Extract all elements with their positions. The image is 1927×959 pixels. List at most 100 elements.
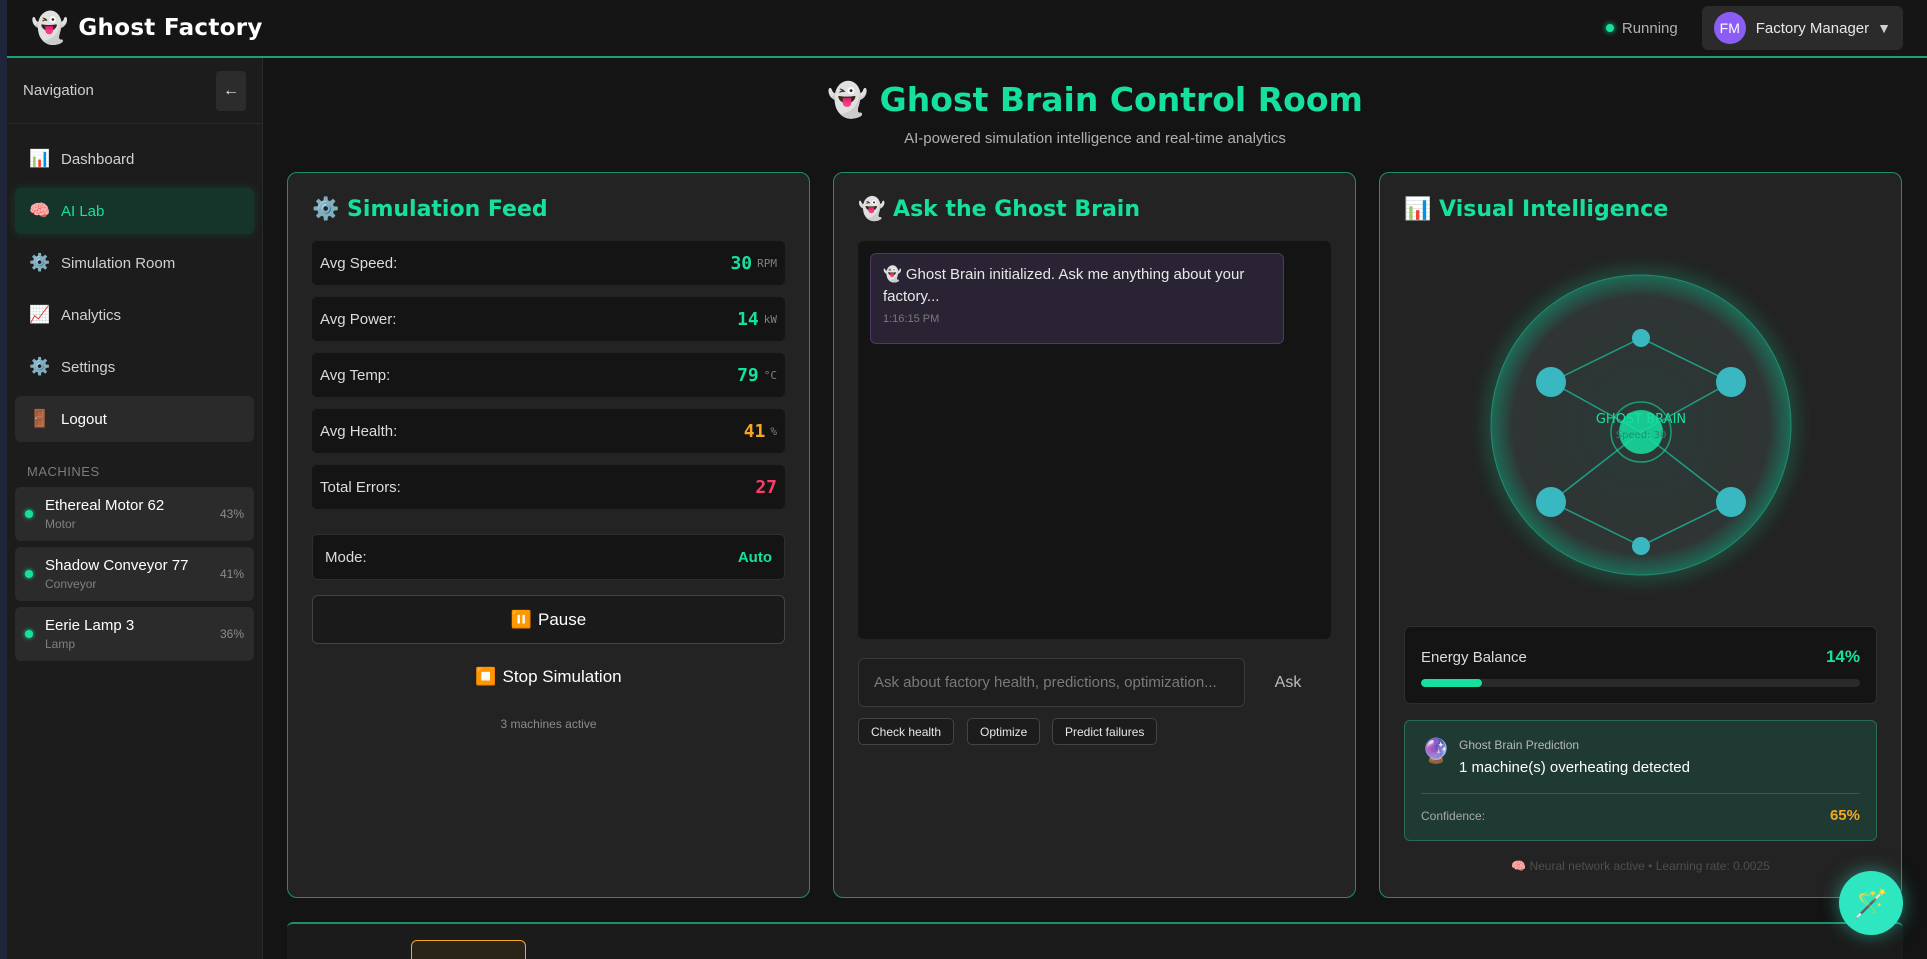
simulation-feed-panel: ⚙️ Simulation Feed Avg Speed: 30 RPM Avg Po… [287,172,810,898]
predict-failures-chip[interactable]: Predict failures [1052,718,1158,745]
neural-status-note: 🧠 Neural network active • Learning rate:… [1511,859,1770,873]
pause-button[interactable]: ⏸️ Pause [312,595,785,644]
stat-value: 30 [730,252,753,274]
stat-unit: kW [763,312,777,326]
machine-status-dot-icon [25,570,33,578]
sidebar-item-analytics[interactable]: 📈 Analytics [15,292,254,338]
chat-message-time: 1:16:15 PM [883,313,940,325]
warning-badge[interactable] [411,940,526,959]
collapse-sidebar-button[interactable]: ← [216,70,246,111]
stat-row: Avg Power: 14 kW [312,297,785,341]
chart-icon: 📊 [29,149,51,168]
chevron-down-icon: ▼ [1877,20,1891,36]
machine-type: Lamp [45,637,76,651]
pause-label: Pause [537,609,587,629]
stat-label: Total Errors: [320,478,401,496]
sidebar-item-ai-lab[interactable]: 🧠 AI Lab [15,188,254,234]
sidebar-item-label: Analytics [61,306,122,324]
divider [1421,793,1860,794]
simulation-feed-title: ⚙️ Simulation Feed [312,197,548,222]
confidence-value: 65% [1829,807,1860,824]
mode-value: Auto [737,548,772,566]
mode-selector[interactable]: Mode: Auto [312,534,785,580]
ghost-icon: 👻 [31,11,69,45]
network-node [1632,537,1650,555]
pause-icon: ⏸️ [510,609,532,629]
stat-row: Total Errors: 27 [312,465,785,509]
user-name: Factory Manager [1755,19,1870,37]
stat-value: 79 [737,364,759,386]
brain-sublabel: Speed: 30 [1616,430,1667,441]
stat-value: 27 [755,476,777,498]
machine-list-item[interactable]: Shadow Conveyor 77 Conveyor 41% [15,547,254,601]
sidebar-title: Navigation [23,82,94,99]
energy-progress-fill [1421,679,1483,687]
top-header: 👻 Ghost Factory Running FM Factory Manag… [7,0,1927,58]
sidebar-item-label: Settings [61,358,116,376]
sidebar-item-settings[interactable]: ⚙️ Settings [15,344,254,390]
network-node [1632,329,1650,347]
sidebar-item-logout[interactable]: 🚪 Logout [15,396,254,442]
stat-label: Avg Power: [320,310,397,328]
energy-balance-card: Energy Balance 14% [1404,626,1877,704]
machine-list-item[interactable]: Eerie Lamp 3 Lamp 36% [15,607,254,661]
chat-message: 👻 Ghost Brain initialized. Ask me anythi… [870,253,1284,344]
sidebar-item-simulation-room[interactable]: ⚙️ Simulation Room [15,240,254,286]
brain-icon: 🧠 [29,201,51,220]
network-node [1716,367,1746,397]
door-icon: 🚪 [29,409,51,428]
crystal-ball-icon: 🔮 [1421,738,1451,765]
app-name: Ghost Factory [78,15,263,41]
network-node [1716,487,1746,517]
machine-name: Ethereal Motor 62 [45,497,165,514]
machine-percent: 36% [219,627,244,641]
machine-list: Ethereal Motor 62 Motor 43% Shadow Conveyor… [7,487,262,661]
window-edge [0,0,7,959]
network-node [1536,367,1566,397]
sidebar-item-label: Logout [61,410,107,428]
stat-unit: % [770,424,777,438]
machine-percent: 43% [219,507,244,521]
confidence-label: Confidence: [1421,809,1486,823]
sidebar-item-label: Simulation Room [61,254,176,272]
machine-type: Motor [45,517,76,531]
magic-wand-button[interactable]: 🪄 [1839,871,1903,935]
chat-input[interactable] [858,658,1245,707]
user-menu-button[interactable]: FM Factory Manager ▼ [1701,6,1903,50]
stat-row: Avg Health: 41% [312,409,785,453]
optimize-chip[interactable]: Optimize [967,718,1041,745]
page-subtitle: AI-powered simulation intelligence and r… [904,130,1286,147]
avatar: FM [1713,12,1746,44]
stat-value: 14 [737,308,759,330]
gear-icon: ⚙️ [29,253,51,272]
stat-unit: RPM [757,256,777,270]
chat-log[interactable]: 👻 Ghost Brain initialized. Ask me anythi… [858,241,1331,639]
brain-label: GHOST BRAIN [1596,412,1686,427]
page-title: 👻 Ghost Brain Control Room [827,80,1363,119]
visual-intelligence-panel: 📊 Visual Intelligence GHOST BRAIN Speed:… [1379,172,1902,898]
prediction-label: Ghost Brain Prediction [1459,738,1580,752]
visual-panel-title: 📊 Visual Intelligence [1404,197,1669,222]
energy-value: 14% [1825,647,1860,666]
stat-row: Avg Temp: 79 °C [312,353,785,397]
machine-list-item[interactable]: Ethereal Motor 62 Motor 43% [15,487,254,541]
trend-icon: 📈 [29,305,51,324]
app-logo[interactable]: 👻 Ghost Factory [31,11,263,46]
stop-simulation-button[interactable]: ⏹️ Stop Simulation [312,657,785,697]
stat-label: Avg Health: [320,422,398,440]
prediction-card: 🔮 Ghost Brain Prediction 1 machine(s) ov… [1404,720,1877,841]
stat-value: 41 [743,420,766,442]
stat-unit: °C [763,368,777,382]
neural-network-diagram: GHOST BRAIN Speed: 30 [1483,267,1799,583]
check-health-chip[interactable]: Check health [858,718,955,745]
sidebar-item-dashboard[interactable]: 📊 Dashboard [15,136,254,182]
nav-list: 📊 Dashboard 🧠 AI Lab ⚙️ Simulation Room 📈 Analy… [7,124,262,442]
sidebar: Navigation ← 📊 Dashboard 🧠 AI Lab ⚙️ Simulati… [7,58,263,959]
ask-button[interactable]: Ask [1258,658,1318,707]
chat-message-text: 👻 Ghost Brain initialized. Ask me anythi… [883,266,1245,305]
status-text: Running [1621,19,1678,37]
energy-label: Energy Balance [1421,649,1527,666]
energy-progress-track [1421,679,1860,687]
stat-row: Avg Speed: 30 RPM [312,241,785,285]
ghost-brain-chat-panel: 👻 Ask the Ghost Brain 👻 Ghost Brain init… [833,172,1356,898]
